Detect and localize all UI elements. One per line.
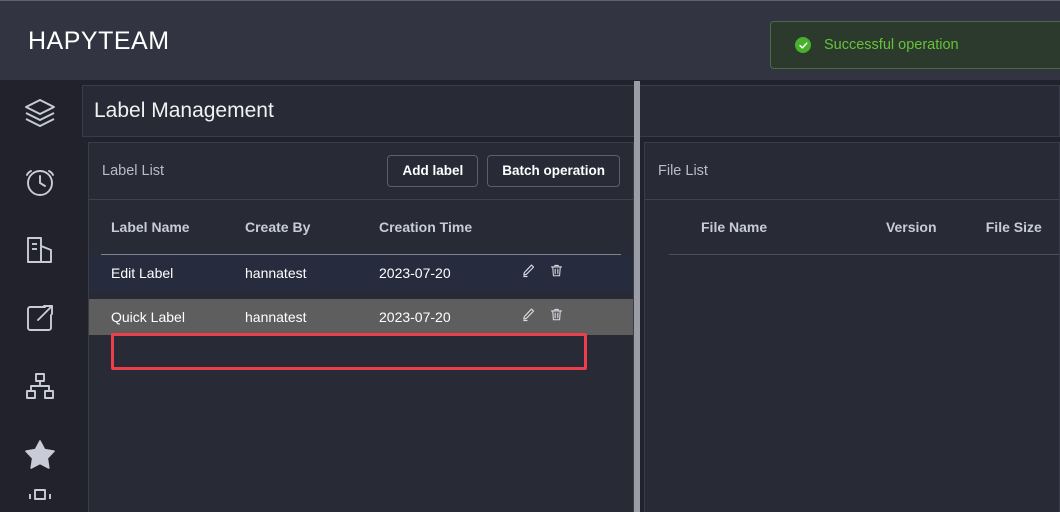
label-table: Label Name Create By Creation Time Edit … — [89, 200, 633, 335]
column-header-file-name: File Name — [701, 219, 768, 235]
label-panel-actions: Add label Batch operation — [387, 155, 620, 187]
cell-label-name: Quick Label — [111, 309, 185, 325]
file-panel-header: File List — [645, 143, 1059, 200]
main-content: Label Management Label List Add label Ba… — [82, 80, 1060, 512]
column-header-file-size: File Size — [985, 219, 1042, 235]
annotation-highlight — [111, 333, 587, 370]
alarm-clock-icon — [20, 162, 60, 202]
building-icon — [20, 230, 60, 270]
page-title: Label Management — [94, 99, 274, 122]
cell-label-name: Edit Label — [111, 265, 174, 281]
column-header-label-name: Label Name — [111, 219, 190, 235]
cell-creation-time: 2023-07-20 — [379, 309, 451, 325]
table-row[interactable]: Quick Label hannatest 2023-07-20 — [89, 299, 633, 335]
file-table-header-divider — [669, 254, 1059, 255]
cell-create-by: hannatest — [245, 265, 307, 281]
toast-message: Successful operation — [824, 37, 959, 53]
sidebar-item-share[interactable] — [0, 284, 80, 352]
share-export-icon — [20, 298, 60, 338]
file-table-header: File Name Version File Size — [645, 200, 1059, 254]
check-circle-icon — [795, 37, 811, 53]
star-icon — [20, 434, 60, 474]
column-header-create-by: Create By — [245, 219, 311, 235]
sidebar-item-building[interactable] — [0, 216, 80, 284]
row-spacer — [89, 291, 633, 299]
file-list-panel: File List File Name Version File Size — [644, 142, 1060, 512]
partial-icon — [20, 488, 60, 512]
trash-icon[interactable] — [549, 307, 564, 327]
cell-creation-time: 2023-07-20 — [379, 265, 451, 281]
batch-operation-button[interactable]: Batch operation — [487, 155, 620, 187]
sidebar-item-org-chart[interactable] — [0, 352, 80, 420]
pencil-icon[interactable] — [521, 263, 536, 283]
table-row[interactable]: Edit Label hannatest 2023-07-20 — [89, 255, 633, 291]
top-header-bar: HAPYTEAM Successful operation — [0, 0, 1060, 80]
success-toast[interactable]: Successful operation — [770, 21, 1060, 69]
brand-logo[interactable]: HAPYTEAM — [28, 27, 170, 56]
label-panel-title: Label List — [102, 163, 165, 179]
row-actions — [521, 307, 564, 327]
label-table-header: Label Name Create By Creation Time — [89, 200, 633, 254]
add-label-button[interactable]: Add label — [387, 155, 479, 187]
sidebar-nav — [0, 80, 80, 512]
file-panel-title: File List — [658, 163, 708, 179]
org-chart-icon — [20, 366, 60, 406]
label-list-panel: Label List Add label Batch operation Lab… — [88, 142, 634, 512]
pencil-icon[interactable] — [521, 307, 536, 327]
cell-create-by: hannatest — [245, 309, 307, 325]
column-header-creation-time: Creation Time — [379, 219, 473, 235]
layers-icon — [20, 94, 60, 134]
sidebar-item-alarm[interactable] — [0, 148, 80, 216]
sidebar-item-star[interactable] — [0, 420, 80, 488]
app-root: HAPYTEAM Successful operation Label Mana… — [0, 0, 1060, 512]
page-header: Label Management — [82, 85, 1060, 137]
sidebar-item-layers[interactable] — [0, 80, 80, 148]
label-panel-header: Label List Add label Batch operation — [89, 143, 633, 200]
trash-icon[interactable] — [549, 263, 564, 283]
column-header-version: Version — [885, 219, 937, 235]
file-table: File Name Version File Size — [645, 200, 1059, 255]
sidebar-item-partial[interactable] — [0, 488, 80, 512]
panel-splitter[interactable] — [634, 81, 640, 512]
row-actions — [521, 263, 564, 283]
